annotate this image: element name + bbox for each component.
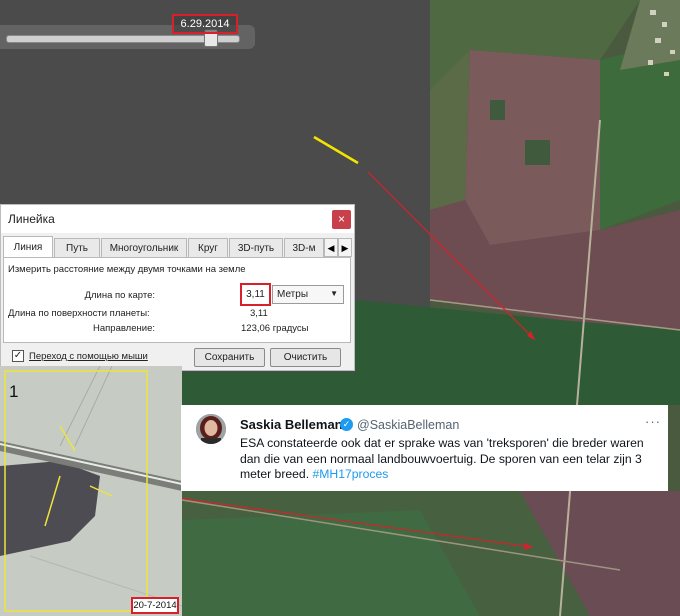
unit-select[interactable]: Метры ▼ [272, 285, 344, 304]
tweet-body-text: ESA constateerde ook dat er sprake was v… [240, 436, 644, 481]
tab-polygon[interactable]: Многоугольник [101, 238, 187, 257]
more-options-icon[interactable]: ··· [645, 414, 661, 429]
heading-value: 123,06 градусы [241, 323, 309, 334]
dialog-title: Линейка [8, 212, 55, 226]
mouse-nav-label[interactable]: Переход с помощью мыши [29, 351, 148, 362]
tweet-text: ESA constateerde ook dat er sprake was v… [240, 436, 665, 483]
avatar-image [196, 414, 226, 444]
ground-length-value: 3,11 [250, 308, 268, 319]
tab-line[interactable]: Линия [3, 236, 53, 257]
tab-circle[interactable]: Круг [188, 238, 228, 257]
avatar[interactable] [196, 414, 226, 444]
map-length-value: 3,11 [240, 283, 271, 306]
inset-photo [0, 366, 182, 616]
verified-badge-icon: ✓ [340, 418, 353, 431]
tab-path[interactable]: Путь [54, 238, 100, 257]
tab-3d-path[interactable]: 3D-путь [229, 238, 283, 257]
chevron-down-icon: ▼ [330, 289, 338, 298]
inset-number: 1 [9, 382, 19, 401]
dialog-titlebar[interactable]: Линейка × [1, 205, 354, 233]
tweet-author-handle[interactable]: @SaskiaBelleman [357, 418, 459, 432]
ground-length-label: Длина по поверхности планеты: [8, 308, 150, 319]
tab-3d-polygon[interactable]: 3D-м [284, 238, 324, 257]
close-button[interactable]: × [332, 210, 351, 229]
unit-select-value: Метры [277, 289, 309, 300]
map-length-label: Длина по карте: [84, 290, 155, 301]
heading-label: Направление: [93, 323, 155, 334]
clear-button[interactable]: Очистить [270, 348, 341, 367]
tweet-author-name[interactable]: Saskia Belleman [240, 417, 343, 432]
tweet-hashtag[interactable]: #MH17proces [312, 467, 388, 481]
tab-scroll-right-icon[interactable]: ▶ [338, 238, 352, 257]
save-button[interactable]: Сохранить [194, 348, 265, 367]
ruler-description: Измерить расстояние между двумя точками … [8, 264, 246, 275]
timeline-date: 6.29.2014 [172, 14, 238, 34]
mouse-nav-checkbox[interactable]: ✓ [12, 350, 24, 362]
inset-date: 20-7-2014 [131, 597, 179, 614]
inset-photo-image [0, 366, 182, 616]
tab-scroll-left-icon[interactable]: ◀ [324, 238, 338, 257]
